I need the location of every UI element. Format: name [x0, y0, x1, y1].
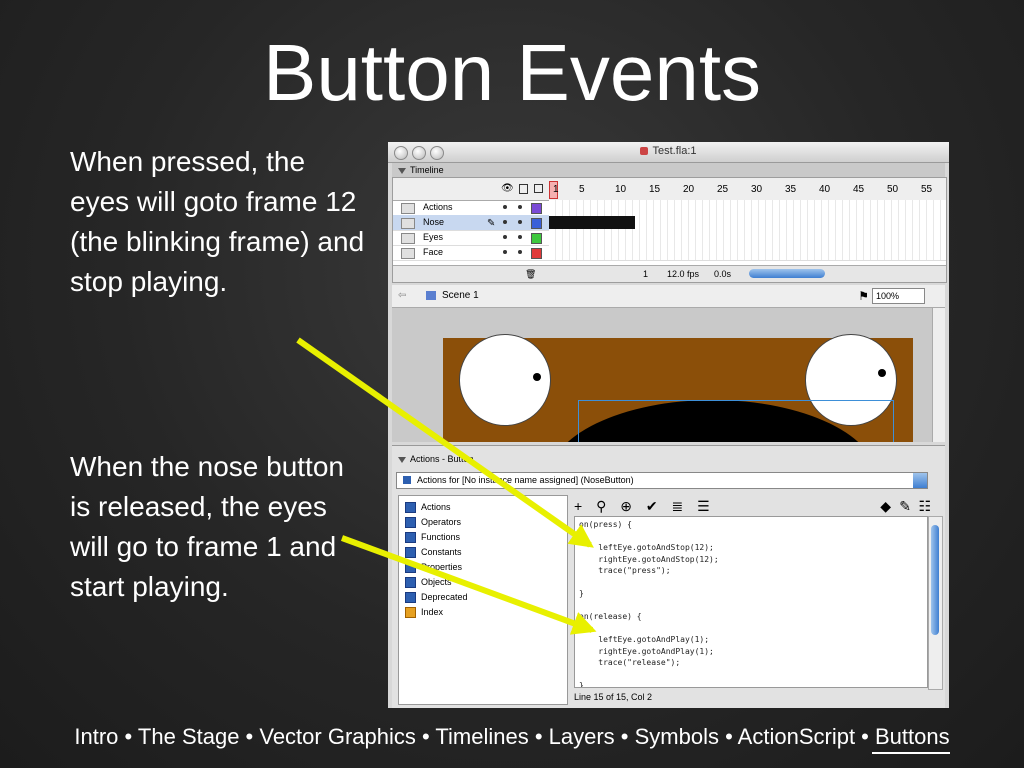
stage-scrollbar[interactable] [932, 308, 945, 442]
layer-row[interactable]: Face [393, 245, 946, 261]
frame-number-label: 55 [921, 184, 933, 195]
layer-color-swatch [531, 203, 542, 214]
stage[interactable] [392, 308, 945, 442]
fla-file-icon [640, 147, 649, 156]
slide-title: Button Events [262, 28, 762, 117]
book-icon [405, 562, 416, 574]
actions-panel: Actions - Button Actions for [No instanc… [392, 445, 945, 708]
layer-row[interactable]: Actions [393, 200, 946, 216]
layer-row-selected[interactable]: Nose ✎ [393, 215, 946, 231]
book-icon [405, 502, 416, 514]
face-symbol [443, 334, 913, 442]
layer-icon [401, 233, 415, 244]
tree-item-constants[interactable]: Constants [405, 545, 462, 559]
eye-icon[interactable]: 👁 [501, 183, 514, 194]
frame-number-label: 30 [751, 184, 763, 195]
target-dropdown[interactable]: Actions for [No instance name assigned] … [396, 472, 928, 489]
debug-icon[interactable]: ◆ [880, 495, 891, 517]
layer-icon [401, 203, 415, 214]
target-icon [403, 476, 411, 484]
format-icon[interactable]: ≣ [671, 498, 683, 514]
frame-ruler[interactable]: 👁 1 5 10 15 20 25 30 35 40 45 50 55 [393, 178, 946, 201]
find-icon[interactable]: ⚲ [596, 498, 606, 514]
panel-menu-icon[interactable]: ☷ [918, 495, 931, 517]
frame-number-label: 15 [649, 184, 661, 195]
book-icon [405, 547, 416, 559]
layer-color-swatch [531, 233, 542, 244]
collapse-triangle-icon[interactable] [398, 167, 406, 174]
dropdown-arrow-icon[interactable] [913, 473, 927, 488]
tree-item-objects[interactable]: Objects [405, 575, 452, 589]
edit-scene-icon[interactable]: ⚑ [858, 285, 869, 307]
actions-panel-header[interactable]: Actions - Button [392, 452, 945, 466]
target-path-icon[interactable]: ⊕ [620, 498, 632, 514]
tree-item-actions[interactable]: Actions [405, 500, 451, 514]
frame-number-label: 45 [853, 184, 865, 195]
actions-toolbox: Actions Operators Functions Constants Pr… [398, 495, 568, 705]
left-eye[interactable] [459, 334, 551, 426]
flash-window: Test.fla:1 Timeline 👁 1 5 10 15 20 25 30 35 40 45… [388, 142, 949, 708]
window-title: Test.fla:1 [388, 145, 949, 157]
window-titlebar: Test.fla:1 [388, 142, 949, 163]
footer-nav: Intro • The Stage • Vector Graphics • Ti… [74, 724, 950, 749]
tree-item-functions[interactable]: Functions [405, 530, 460, 544]
current-frame: 1 [643, 269, 649, 279]
code-hint-icon[interactable]: ☰ [697, 498, 710, 514]
edit-bar: ⇦ Scene 1 ⚑ 100% [392, 285, 945, 308]
timeline-status-bar: 🗑 1 12.0 fps 0.0s [393, 265, 946, 282]
timeline-panel: 👁 1 5 10 15 20 25 30 35 40 45 50 55 Actions Nose ✎ … [392, 177, 947, 283]
tree-item-deprecated[interactable]: Deprecated [405, 590, 468, 604]
back-arrow-icon[interactable]: ⇦ [398, 285, 406, 307]
timeline-scrollbar[interactable] [749, 269, 825, 278]
paragraph-press: When pressed, the eyes will goto frame 1… [70, 146, 365, 297]
frame-number-label: 20 [683, 184, 695, 195]
layer-icon [401, 248, 415, 259]
pencil-icon: ✎ [487, 218, 496, 229]
layer-row[interactable]: Eyes [393, 230, 946, 246]
frame-number-label: 5 [579, 184, 585, 195]
zoom-field[interactable]: 100% [872, 288, 925, 304]
frame-number-label: 35 [785, 184, 797, 195]
frame-number-label: 50 [887, 184, 899, 195]
script-scrollbar[interactable] [928, 516, 943, 690]
book-icon [405, 592, 416, 604]
frame-cells[interactable] [549, 200, 946, 215]
outline-icon[interactable] [534, 184, 543, 193]
frame-number-label: 10 [615, 184, 627, 195]
tree-item-index[interactable]: Index [405, 605, 443, 619]
book-icon [405, 577, 416, 589]
tree-item-properties[interactable]: Properties [405, 560, 462, 574]
tree-item-operators[interactable]: Operators [405, 515, 461, 529]
scene-icon [426, 291, 436, 300]
add-icon[interactable]: + [574, 498, 582, 514]
scene-name: Scene 1 [442, 290, 479, 301]
layer-color-swatch [531, 248, 542, 259]
frame-cells[interactable] [549, 230, 946, 245]
frame-rate: 12.0 fps [667, 269, 700, 279]
timeline-header[interactable]: Timeline [392, 163, 945, 178]
check-syntax-icon[interactable]: ✔ [646, 498, 658, 514]
footer-underline [872, 752, 950, 754]
script-toolbar: + ⚲ ⊕ ✔ ≣ ☰ ◆ ✎ ☷ [574, 495, 941, 517]
keyframe-span[interactable] [549, 216, 635, 229]
cursor-position: Line 15 of 15, Col 2 [574, 692, 653, 702]
collapse-triangle-icon[interactable] [398, 456, 406, 463]
script-editor[interactable]: on(press) { leftEye.gotoAndStop(12); rig… [574, 516, 928, 688]
elapsed-time: 0.0s [714, 269, 732, 279]
frame-cells[interactable] [549, 245, 946, 260]
frame-number-label: 40 [819, 184, 831, 195]
lock-icon[interactable] [519, 184, 528, 194]
selection-box [578, 400, 894, 442]
index-icon [405, 607, 416, 619]
layer-icon [401, 218, 415, 229]
book-icon [405, 532, 416, 544]
paragraph-release: When the nose button is released, the ey… [70, 451, 344, 602]
frame-number-label: 25 [717, 184, 729, 195]
book-icon [405, 517, 416, 529]
layer-color-swatch [531, 218, 542, 229]
frame-number-label: 1 [553, 184, 559, 195]
trash-icon[interactable]: 🗑 [525, 266, 536, 282]
options-icon[interactable]: ✎ [899, 495, 911, 517]
